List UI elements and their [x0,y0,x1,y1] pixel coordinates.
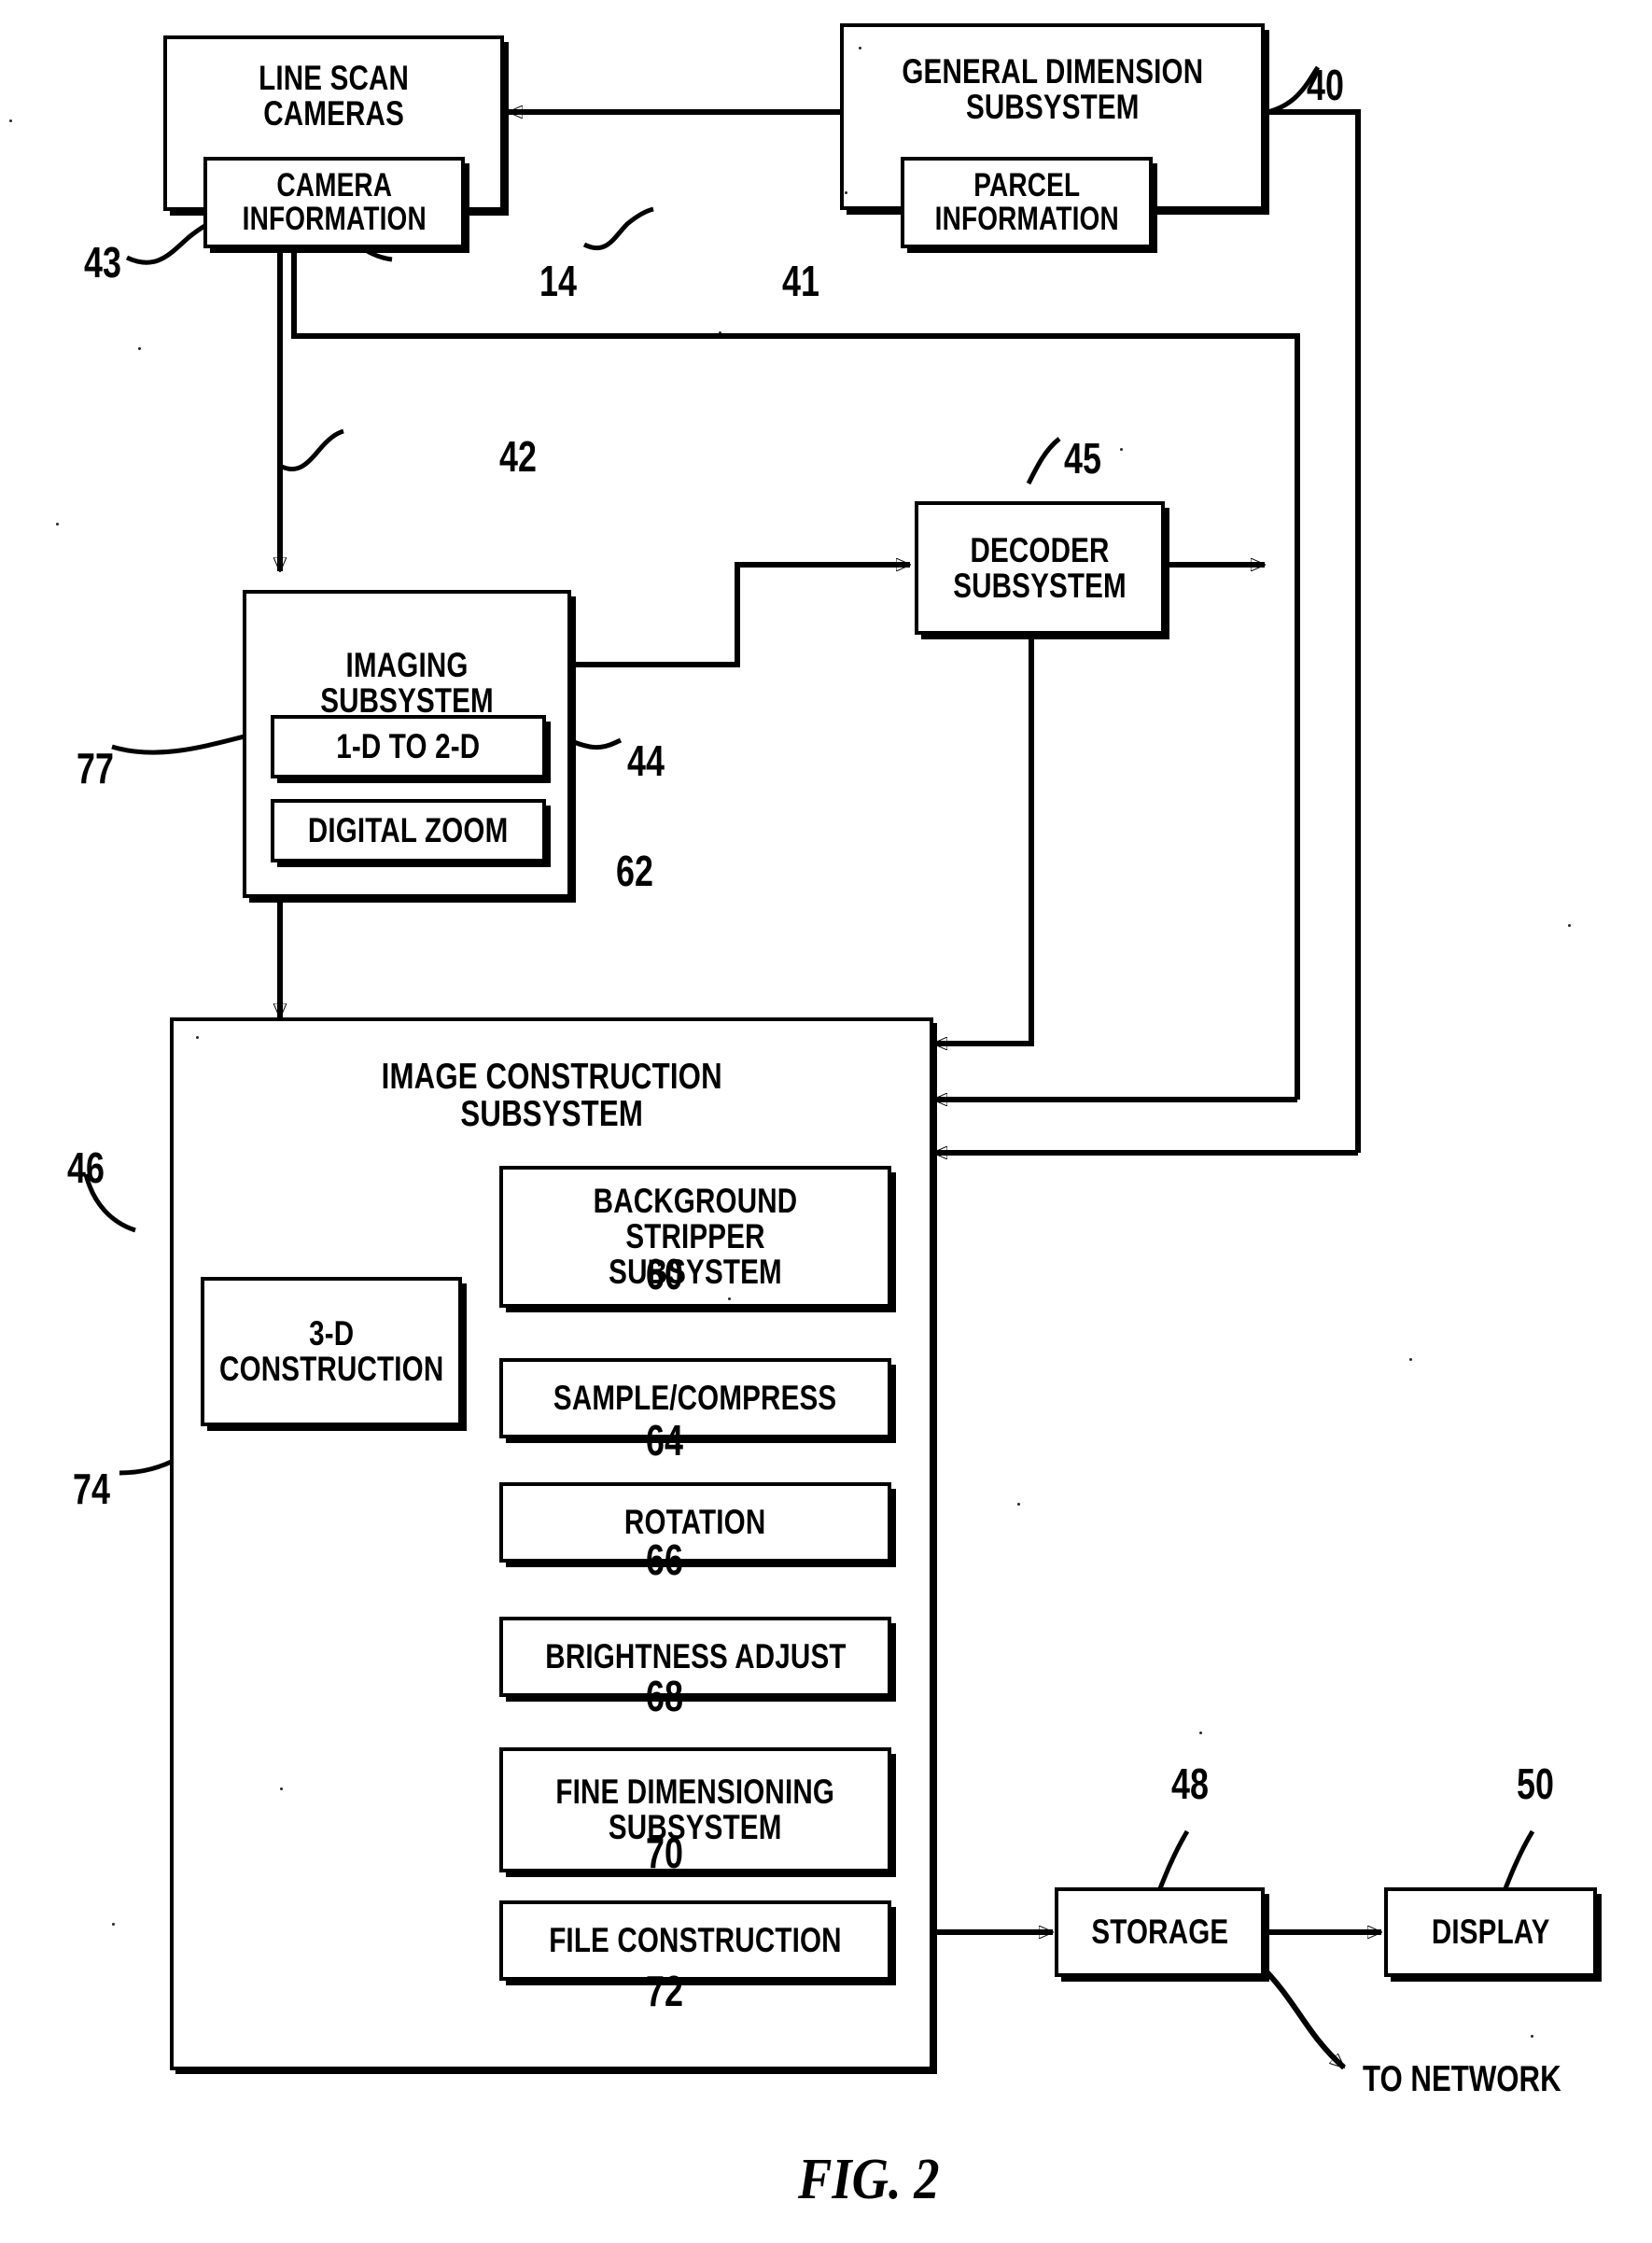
block-digital-zoom[interactable]: DIGITAL ZOOM [271,799,546,862]
block-image-construction-subsystem-label: IMAGE CONSTRUCTION SUBSYSTEM [381,1057,722,1134]
block-brightness-adjust-label: BRIGHTNESS ADJUST [544,1637,847,1676]
block-1d-to-2d-label: 1-D TO 2-D [336,727,481,766]
block-sample-compress-label: SAMPLE/COMPRESS [553,1379,837,1418]
block-parcel-information[interactable]: PARCEL INFORMATION [901,157,1153,248]
block-fine-dimensioning-subsystem-label: FINE DIMENSIONING SUBSYSTEM [555,1773,835,1846]
block-imaging-subsystem-label: IMAGING SUBSYSTEM [320,646,494,720]
figure-canvas: LINE SCAN CAMERAS CAMERA INFORMATION GEN… [0,0,1652,2243]
ref-numeral-74: 74 [73,1465,110,1513]
block-line-scan-cameras-label: LINE SCAN CAMERAS [259,59,409,133]
block-fine-dimensioning-subsystem[interactable]: FINE DIMENSIONING SUBSYSTEM [499,1747,891,1872]
ref-numeral-40: 40 [1307,61,1344,109]
block-storage-label: STORAGE [1091,1913,1228,1952]
block-parcel-information-label: PARCEL INFORMATION [934,167,1119,237]
ref-numeral-66: 66 [646,1535,683,1584]
block-bg-stripper-label: BACKGROUND STRIPPER SUBSYSTEM [593,1182,798,1291]
block-3d-construction[interactable]: 3-D CONSTRUCTION [201,1277,462,1426]
block-rotation[interactable]: ROTATION [499,1482,891,1563]
block-bg-stripper[interactable]: BACKGROUND STRIPPER SUBSYSTEM [499,1166,891,1308]
block-decoder-subsystem-label: DECODER SUBSYSTEM [953,530,1127,605]
ref-numeral-42: 42 [499,432,537,481]
ref-numeral-45: 45 [1064,434,1101,483]
block-decoder-subsystem[interactable]: DECODER SUBSYSTEM [915,501,1165,635]
block-camera-information-label: CAMERA INFORMATION [242,167,427,237]
ref-numeral-60: 60 [646,1250,683,1298]
ref-numeral-48: 48 [1171,1759,1209,1808]
ref-numeral-70: 70 [646,1829,683,1877]
ref-numeral-68: 68 [646,1672,683,1720]
block-3d-construction-label: 3-D CONSTRUCTION [218,1314,444,1388]
block-file-construction-label: FILE CONSTRUCTION [549,1921,842,1960]
block-display-label: DISPLAY [1431,1913,1550,1952]
block-display[interactable]: DISPLAY [1384,1887,1597,1977]
ref-numeral-43: 43 [84,238,121,287]
ref-numeral-41: 41 [782,257,819,305]
ref-numeral-64: 64 [646,1416,683,1465]
ref-numeral-62: 62 [616,847,653,895]
block-digital-zoom-label: DIGITAL ZOOM [308,811,509,850]
block-camera-information[interactable]: CAMERA INFORMATION [203,157,465,248]
block-1d-to-2d[interactable]: 1-D TO 2-D [271,715,546,778]
ref-numeral-50: 50 [1517,1759,1554,1808]
block-brightness-adjust[interactable]: BRIGHTNESS ADJUST [499,1617,891,1697]
ref-numeral-77: 77 [77,744,114,792]
ref-numeral-72: 72 [646,1967,683,2015]
ref-numeral-46: 46 [67,1143,105,1192]
ref-numeral-44: 44 [627,736,665,785]
label-to-network: TO NETWORK [1363,2059,1561,2099]
block-general-dimension-subsystem-label: GENERAL DIMENSION SUBSYSTEM [902,52,1203,126]
block-file-construction[interactable]: FILE CONSTRUCTION [499,1900,891,1981]
ref-numeral-14: 14 [539,257,577,305]
block-sample-compress[interactable]: SAMPLE/COMPRESS [499,1358,891,1438]
figure-caption: FIG. 2 [798,2148,940,2211]
block-storage[interactable]: STORAGE [1055,1887,1265,1977]
